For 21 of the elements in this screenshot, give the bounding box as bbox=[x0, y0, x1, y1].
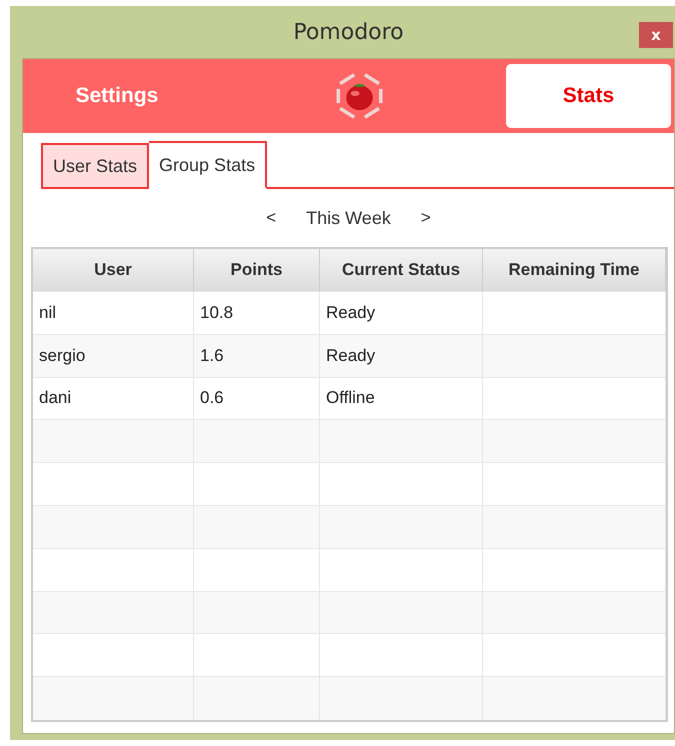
table-cell: 0.6 bbox=[194, 378, 320, 420]
table-cell: sergio bbox=[33, 334, 194, 377]
column-header[interactable]: Points bbox=[194, 249, 320, 291]
next-button[interactable]: > bbox=[414, 207, 437, 229]
previous-button[interactable]: < bbox=[260, 207, 282, 229]
period-label: This Week bbox=[306, 208, 391, 228]
nav-tab[interactable]: Stats bbox=[506, 64, 671, 128]
column-header[interactable]: Remaining Time bbox=[483, 249, 666, 291]
table-cell: dani bbox=[33, 378, 194, 420]
table-cell: Offline bbox=[320, 378, 483, 420]
tab[interactable]: Group Stats bbox=[149, 141, 268, 189]
table-cell: nil bbox=[33, 292, 194, 334]
table-cell: 10.8 bbox=[194, 292, 320, 334]
table-cell: Ready bbox=[320, 292, 483, 334]
column-header[interactable]: Current Status bbox=[320, 249, 483, 291]
tab[interactable]: User Stats bbox=[41, 143, 150, 189]
window-title: Pomodoro bbox=[293, 20, 404, 44]
column-header[interactable]: User bbox=[33, 249, 194, 291]
table-cell: Ready bbox=[320, 334, 483, 377]
close-button[interactable]: x bbox=[639, 22, 673, 48]
table-cell: 1.6 bbox=[194, 334, 320, 377]
